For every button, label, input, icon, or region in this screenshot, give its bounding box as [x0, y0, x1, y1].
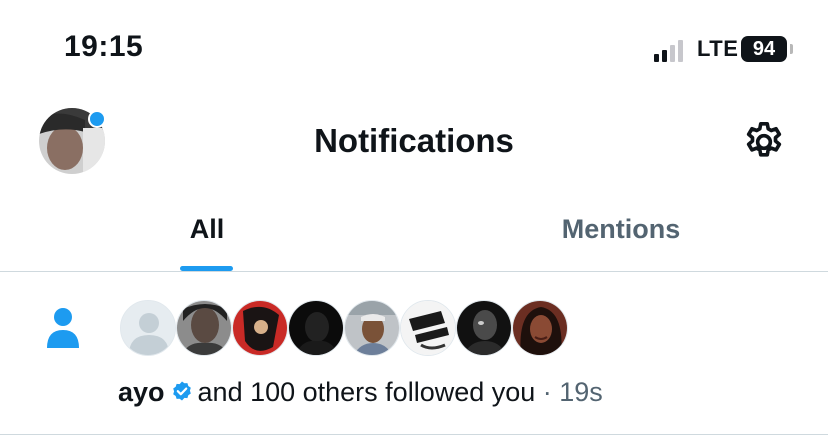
follower-avatar[interactable]	[400, 300, 456, 356]
status-time: 19:15	[64, 30, 144, 63]
gear-icon[interactable]	[741, 119, 787, 165]
verified-badge-icon	[170, 380, 194, 404]
tab-all-label: All	[189, 214, 225, 244]
notification-text[interactable]: ayo and 100 others followed you · 19s	[118, 377, 603, 408]
divider	[0, 271, 828, 272]
divider	[0, 434, 828, 435]
follower-avatar[interactable]	[288, 300, 344, 356]
signal-icon	[654, 40, 688, 62]
follower-avatar[interactable]	[344, 300, 400, 356]
notification-time: · 19s	[535, 377, 603, 407]
notification-username[interactable]: ayo	[118, 377, 165, 407]
follower-avatar[interactable]	[512, 300, 568, 356]
tab-mentions-label: Mentions	[561, 214, 681, 244]
follower-avatar[interactable]	[456, 300, 512, 356]
notification-message: and 100 others followed you	[197, 377, 536, 407]
tab-all[interactable]: All	[0, 210, 414, 272]
network-type: LTE	[697, 36, 739, 61]
battery-icon: 94	[741, 36, 787, 62]
follower-avatar[interactable]	[232, 300, 288, 356]
person-icon	[45, 306, 81, 350]
follower-avatar[interactable]	[176, 300, 232, 356]
page-title: Notifications	[314, 122, 514, 159]
tab-mentions[interactable]: Mentions	[414, 210, 828, 272]
default-avatar[interactable]	[120, 300, 176, 356]
battery-tip	[790, 44, 793, 54]
